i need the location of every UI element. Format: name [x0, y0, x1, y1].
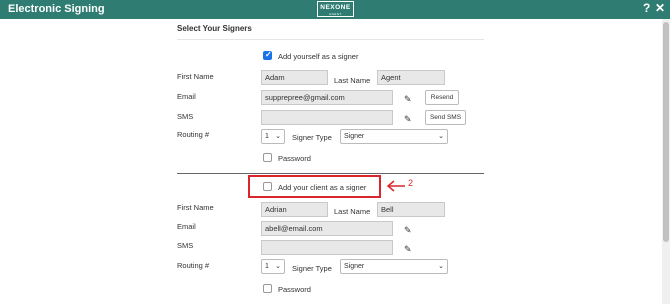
self-sms-edit-icon[interactable]: ✎ [404, 114, 414, 124]
self-sms-input[interactable] [261, 110, 393, 125]
title-bar: Electronic Signing NEXONE AGENT ? ✕ [0, 0, 670, 19]
chevron-down-icon: ⌄ [438, 133, 444, 140]
logo-main-text: NEXONE [320, 4, 351, 11]
self-routing-label: Routing # [177, 130, 210, 139]
chevron-down-icon: ⌄ [438, 263, 444, 270]
client-email-input[interactable]: abell@email.com [261, 221, 393, 236]
self-signer-type-select[interactable]: Signer ⌄ [340, 129, 448, 144]
client-first-name-input[interactable]: Adrian [261, 202, 328, 217]
client-routing-value: 1 [265, 263, 269, 270]
self-routing-select[interactable]: 1 ⌄ [261, 129, 285, 144]
self-last-name-input[interactable]: Agent [377, 70, 445, 85]
resend-button[interactable]: Resend [425, 90, 459, 105]
client-email-edit-icon[interactable]: ✎ [404, 225, 414, 235]
nexone-logo: NEXONE AGENT [317, 1, 354, 17]
self-sms-label: SMS [177, 112, 194, 121]
client-last-name-label: Last Name [334, 207, 371, 216]
client-signer-type-value: Signer [344, 263, 365, 270]
client-routing-label: Routing # [177, 261, 210, 270]
add-yourself-checkbox[interactable] [263, 50, 272, 60]
self-first-name-label: First Name [177, 72, 214, 81]
self-email-input[interactable]: supprepree@gmail.com [261, 90, 393, 105]
help-icon[interactable]: ? [643, 1, 650, 15]
app-title: Electronic Signing [8, 3, 105, 15]
signer-divider [177, 173, 484, 174]
self-email-edit-icon[interactable]: ✎ [404, 94, 414, 104]
annotation-arrow-icon [386, 180, 405, 192]
client-sms-input[interactable] [261, 240, 393, 255]
self-password-label: Password [278, 154, 311, 163]
add-yourself-label: Add yourself as a signer [278, 52, 359, 61]
client-first-name-label: First Name [177, 203, 214, 212]
self-signer-type-label: Signer Type [292, 133, 332, 142]
self-password-checkbox[interactable] [263, 153, 272, 162]
logo-sub-text: AGENT [329, 12, 342, 16]
client-password-checkbox[interactable] [263, 284, 272, 293]
client-email-label: Email [177, 222, 196, 231]
send-sms-button[interactable]: Send SMS [425, 110, 466, 125]
self-signer-type-value: Signer [344, 133, 365, 140]
section-title: Select Your Signers [177, 24, 252, 33]
self-first-name-input[interactable]: Adam [261, 70, 328, 85]
client-routing-select[interactable]: 1 ⌄ [261, 259, 285, 274]
section-divider [177, 39, 484, 40]
chevron-down-icon: ⌄ [275, 133, 281, 140]
annotation-highlight-box [248, 175, 381, 198]
self-routing-value: 1 [265, 133, 269, 140]
annotation-step-number: 2 [408, 178, 414, 188]
close-icon[interactable]: ✕ [655, 1, 665, 15]
client-password-label: Password [278, 285, 311, 294]
chevron-down-icon: ⌄ [275, 263, 281, 270]
client-sms-edit-icon[interactable]: ✎ [404, 244, 414, 254]
self-last-name-label: Last Name [334, 76, 371, 85]
client-signer-type-select[interactable]: Signer ⌄ [340, 259, 448, 274]
client-signer-type-label: Signer Type [292, 264, 332, 273]
client-last-name-input[interactable]: Bell [377, 202, 445, 217]
self-email-label: Email [177, 92, 196, 101]
client-sms-label: SMS [177, 241, 194, 250]
scrollbar-thumb[interactable] [663, 22, 669, 242]
